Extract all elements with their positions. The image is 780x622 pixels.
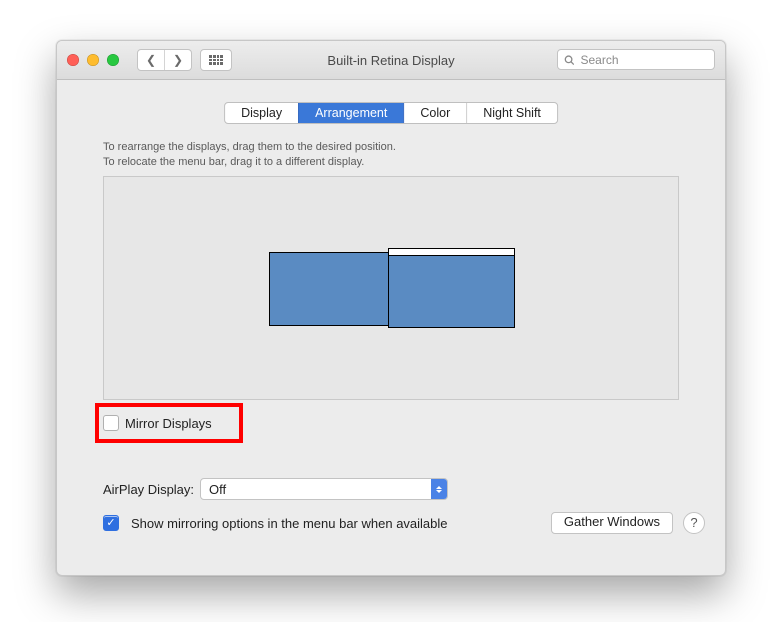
show-all-button[interactable] bbox=[200, 49, 232, 71]
close-window-button[interactable] bbox=[67, 54, 79, 66]
arrangement-hint: To rearrange the displays, drag them to … bbox=[103, 140, 396, 170]
nav-back-forward: ❮ ❯ bbox=[137, 49, 192, 71]
airplay-popup[interactable]: Off bbox=[200, 478, 448, 500]
gather-windows-button[interactable]: Gather Windows bbox=[551, 512, 673, 534]
airplay-label: AirPlay Display: bbox=[103, 482, 194, 497]
search-input[interactable] bbox=[578, 52, 708, 68]
tab-arrangement[interactable]: Arrangement bbox=[298, 103, 403, 123]
tab-night-shift[interactable]: Night Shift bbox=[466, 103, 557, 123]
tabs: Display Arrangement Color Night Shift bbox=[224, 102, 558, 124]
popup-stepper-icon bbox=[431, 479, 447, 499]
titlebar: ❮ ❯ Built-in Retina Display bbox=[57, 41, 725, 80]
mirror-displays-checkbox[interactable] bbox=[103, 415, 119, 431]
chevron-left-icon: ❮ bbox=[146, 53, 156, 67]
mirror-displays-row: Mirror Displays bbox=[95, 403, 243, 443]
display-secondary[interactable] bbox=[269, 252, 389, 326]
preferences-window: ❮ ❯ Built-in Retina Display bbox=[56, 40, 726, 576]
airplay-value: Off bbox=[209, 482, 226, 497]
tab-color[interactable]: Color bbox=[403, 103, 466, 123]
search-icon bbox=[564, 54, 574, 66]
tab-display[interactable]: Display bbox=[225, 103, 298, 123]
minimize-window-button[interactable] bbox=[87, 54, 99, 66]
help-button[interactable]: ? bbox=[683, 512, 705, 534]
window-controls bbox=[67, 54, 119, 66]
forward-button[interactable]: ❯ bbox=[164, 50, 191, 70]
hint-line-2: To relocate the menu bar, drag it to a d… bbox=[103, 155, 396, 170]
search-field-wrapper[interactable] bbox=[557, 49, 715, 70]
zoom-window-button[interactable] bbox=[107, 54, 119, 66]
display-primary[interactable] bbox=[388, 248, 515, 328]
mirror-displays-label: Mirror Displays bbox=[125, 416, 212, 431]
hint-line-1: To rearrange the displays, drag them to … bbox=[103, 140, 396, 155]
back-button[interactable]: ❮ bbox=[138, 50, 164, 70]
display-menubar[interactable] bbox=[389, 249, 514, 256]
chevron-right-icon: ❯ bbox=[173, 53, 183, 67]
show-mirroring-checkbox[interactable] bbox=[103, 515, 119, 531]
show-mirroring-label: Show mirroring options in the menu bar w… bbox=[131, 516, 448, 531]
grid-icon bbox=[209, 55, 223, 65]
arrangement-well[interactable] bbox=[103, 176, 679, 400]
